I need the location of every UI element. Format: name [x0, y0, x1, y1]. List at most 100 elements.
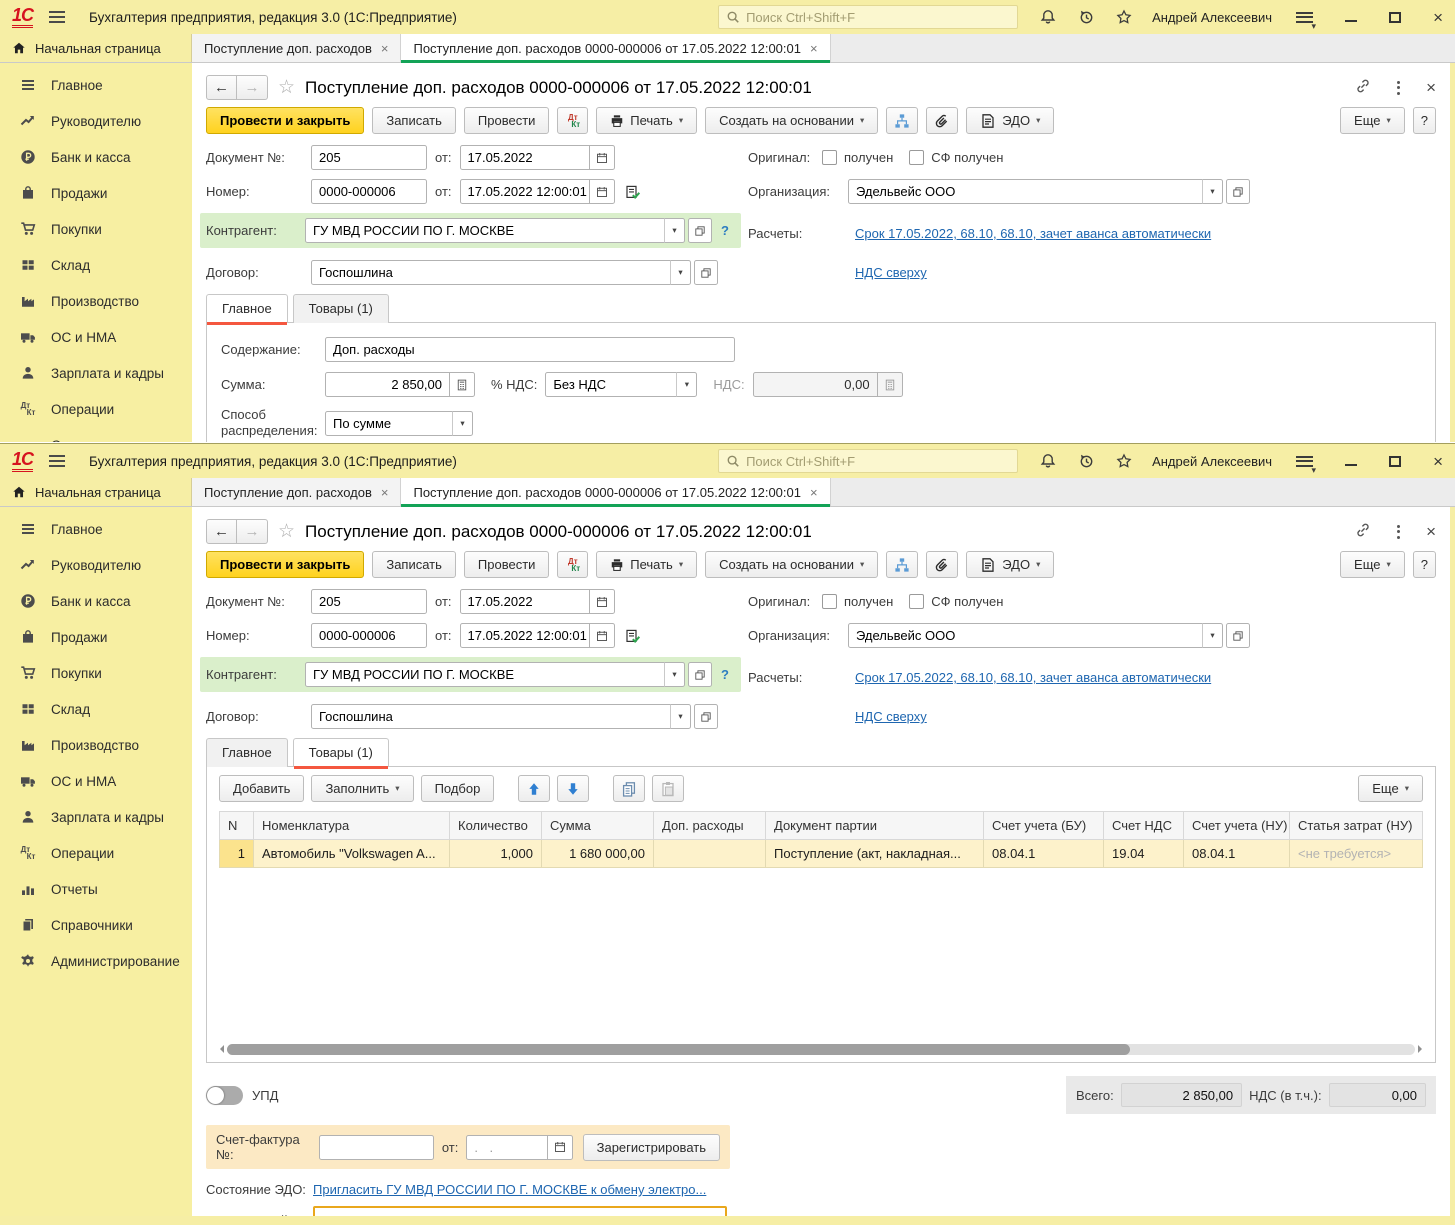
calendar-icon[interactable]: [589, 179, 615, 204]
post-button[interactable]: Провести: [463, 107, 550, 134]
copy-rows-button[interactable]: [613, 775, 646, 802]
close-window-button[interactable]: [1433, 453, 1443, 470]
create-based-on-button[interactable]: Создать на основании: [705, 551, 879, 578]
close-icon[interactable]: [810, 486, 818, 499]
vat-mode-link[interactable]: НДС сверху: [855, 709, 927, 724]
upd-toggle[interactable]: [206, 1085, 243, 1105]
global-search[interactable]: [718, 5, 1019, 29]
contract-field[interactable]: Госпошлина: [311, 704, 671, 729]
global-search[interactable]: [718, 449, 1019, 473]
help-question-icon[interactable]: ?: [721, 667, 729, 682]
settlements-link[interactable]: Срок 17.05.2022, 68.10, 68.10, зачет ава…: [855, 226, 1211, 241]
col-vat-account[interactable]: Счет НДС: [1103, 811, 1184, 840]
col-quantity[interactable]: Количество: [449, 811, 542, 840]
minimize-button[interactable]: [1345, 11, 1358, 23]
close-document-icon[interactable]: [1426, 523, 1436, 540]
doc-no-field[interactable]: 205: [311, 145, 427, 170]
col-extra-costs[interactable]: Доп. расходы: [653, 811, 766, 840]
organization-field[interactable]: Эдельвейс ООО: [848, 179, 1203, 204]
forward-button[interactable]: [237, 75, 268, 100]
tab-document[interactable]: Поступление доп. расходов 0000-000006 от…: [401, 34, 831, 63]
sidebar-item-production[interactable]: Производство: [0, 727, 192, 763]
calendar-icon[interactable]: [589, 589, 615, 614]
sidebar-item-bank[interactable]: Банк и касса: [0, 139, 192, 175]
scrollbar-thumb[interactable]: [227, 1043, 1130, 1055]
counterparty-field[interactable]: ГУ МВД РОССИИ ПО Г. МОСКВЕ: [305, 662, 665, 687]
history-icon[interactable]: [1078, 453, 1094, 469]
user-menu-icon[interactable]: [1296, 455, 1316, 476]
sidebar-item-fixed-assets[interactable]: ОС и НМА: [0, 319, 192, 355]
sidebar-item-reports[interactable]: Отчеты: [0, 871, 192, 907]
help-question-icon[interactable]: ?: [721, 223, 729, 238]
invoice-date-field[interactable]: . .: [466, 1134, 548, 1160]
cell-extra-costs[interactable]: [653, 839, 766, 868]
more-dots-icon[interactable]: [1397, 524, 1401, 539]
calculator-icon[interactable]: [450, 372, 475, 397]
organization-field[interactable]: Эдельвейс ООО: [848, 623, 1203, 648]
1c-logo[interactable]: 1С: [12, 450, 34, 472]
scroll-left-icon[interactable]: [220, 1045, 224, 1053]
get-link-icon[interactable]: [1355, 522, 1371, 541]
dtkt-button[interactable]: Дт Кт: [557, 107, 589, 134]
col-sum[interactable]: Сумма: [541, 811, 654, 840]
open-form-icon[interactable]: [688, 662, 712, 687]
dropdown-icon[interactable]: [1202, 623, 1223, 648]
pick-button[interactable]: Подбор: [420, 775, 495, 802]
contract-field[interactable]: Госпошлина: [311, 260, 671, 285]
close-icon[interactable]: [381, 486, 389, 499]
post-and-close-button[interactable]: Провести и закрыть: [206, 551, 365, 578]
cell-account-bu[interactable]: 08.04.1: [983, 839, 1104, 868]
search-input[interactable]: [746, 9, 1011, 25]
post-and-close-button[interactable]: Провести и закрыть: [206, 107, 365, 134]
number-date-field[interactable]: 17.05.2022 12:00:01: [459, 179, 590, 204]
dropdown-icon[interactable]: [676, 372, 698, 397]
edo-button[interactable]: ЭДО: [966, 107, 1055, 134]
more-dots-icon[interactable]: [1397, 80, 1401, 95]
number-field[interactable]: 0000-000006: [311, 179, 427, 204]
tab-goods[interactable]: Товары (1): [292, 294, 389, 323]
cell-account-nu[interactable]: 08.04.1: [1183, 839, 1290, 868]
cell-quantity[interactable]: 1,000: [449, 839, 542, 868]
calendar-icon[interactable]: [589, 623, 615, 648]
col-account-bu[interactable]: Счет учета (БУ): [983, 811, 1104, 840]
sidebar-item-purchases[interactable]: Покупки: [0, 655, 192, 691]
dropdown-icon[interactable]: [664, 218, 685, 243]
cell-sum[interactable]: 1 680 000,00: [541, 839, 654, 868]
tab-goods[interactable]: Товары (1): [292, 738, 389, 769]
close-document-icon[interactable]: [1426, 79, 1436, 96]
settlements-link[interactable]: Срок 17.05.2022, 68.10, 68.10, зачет ава…: [855, 670, 1211, 685]
comment-field[interactable]: [313, 1206, 727, 1216]
edo-button[interactable]: ЭДО: [966, 551, 1055, 578]
back-button[interactable]: [206, 519, 237, 544]
table-more-button[interactable]: Еще: [1358, 775, 1423, 802]
notifications-icon[interactable]: [1040, 9, 1056, 25]
favorite-star-icon[interactable]: [278, 76, 295, 99]
save-button[interactable]: Записать: [372, 551, 456, 578]
doc-date-field[interactable]: 17.05.2022: [459, 589, 590, 614]
invoice-number-input[interactable]: [319, 1134, 434, 1160]
sidebar-item-operations[interactable]: Дт Кт Операции: [0, 835, 192, 871]
back-button[interactable]: [206, 75, 237, 100]
tab-home[interactable]: Начальная страница: [0, 478, 192, 506]
favorites-icon[interactable]: [1116, 9, 1132, 25]
structure-button[interactable]: [886, 551, 919, 578]
print-button[interactable]: Печать: [596, 551, 698, 578]
cell-batch-document[interactable]: Поступление (акт, накладная...: [765, 839, 984, 868]
sidebar-item-bank[interactable]: Банк и касса: [0, 583, 192, 619]
move-down-button[interactable]: [557, 775, 590, 802]
sidebar-item-sales[interactable]: Продажи: [0, 175, 192, 211]
main-menu-icon[interactable]: [49, 11, 66, 23]
calendar-icon[interactable]: [547, 1134, 573, 1160]
sidebar-item-manager[interactable]: Руководителю: [0, 547, 192, 583]
post-button[interactable]: Провести: [463, 551, 550, 578]
print-button[interactable]: Печать: [596, 107, 698, 134]
sidebar-item-reports[interactable]: Отчеты: [0, 427, 192, 443]
set-date-icon[interactable]: [625, 628, 641, 644]
dropdown-icon[interactable]: [664, 662, 685, 687]
calendar-icon[interactable]: [589, 145, 615, 170]
col-nomenclature[interactable]: Номенклатура: [253, 811, 450, 840]
tab-home[interactable]: Начальная страница: [0, 34, 192, 62]
cell-vat-account[interactable]: 19.04: [1103, 839, 1184, 868]
sidebar-item-production[interactable]: Производство: [0, 283, 192, 319]
tab-doc-list[interactable]: Поступление доп. расходов: [192, 34, 402, 62]
